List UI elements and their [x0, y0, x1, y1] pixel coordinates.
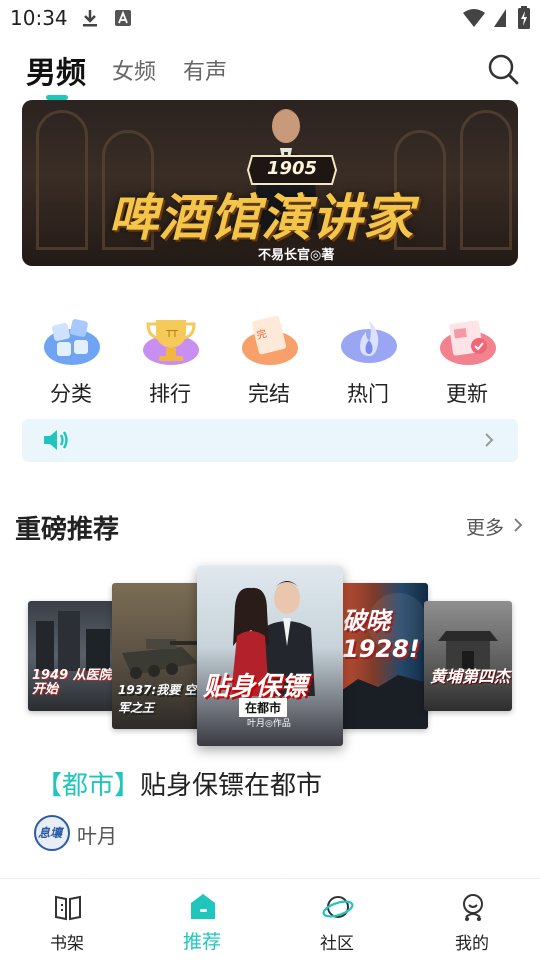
- nav-label: 我的: [455, 934, 489, 954]
- trophy-icon: TT: [143, 320, 199, 365]
- flame-icon: [341, 320, 397, 363]
- book-cover-featured[interactable]: 贴身保镖 在都市 叶月◎作品: [197, 566, 343, 746]
- tab-male[interactable]: 男频: [26, 48, 86, 92]
- category-item-update[interactable]: 更新: [427, 310, 507, 410]
- category-item-ranking[interactable]: TT 排行: [130, 310, 210, 410]
- completed-icon: 完: [242, 315, 298, 365]
- search-icon[interactable]: [486, 52, 520, 86]
- book-cover[interactable]: 1949 从医院开始: [28, 601, 116, 711]
- category-label: 分类: [50, 382, 92, 406]
- category-item-completed[interactable]: 完 完结: [229, 310, 309, 410]
- category-label: 完结: [248, 382, 290, 406]
- book-genre-close: 】: [114, 771, 141, 801]
- top-tabs: 男频 女频 有声: [0, 44, 540, 100]
- banner-arch: [36, 110, 88, 250]
- cover-title: 1937:我要 空军之王: [118, 683, 197, 715]
- nav-label: 社区: [320, 934, 354, 954]
- promo-banner[interactable]: 1905 啤酒馆演讲家 不易长官◎著: [22, 100, 518, 266]
- wifi-icon: [463, 9, 485, 27]
- book-cover[interactable]: 黄埔第四杰: [424, 601, 512, 711]
- tab-female[interactable]: 女频: [112, 54, 156, 86]
- svg-text:TT: TT: [165, 329, 179, 340]
- tab-audio[interactable]: 有声: [183, 54, 227, 86]
- category-item-hot[interactable]: 热门: [328, 310, 408, 410]
- nav-label: 推荐: [182, 931, 221, 953]
- status-time: 10:34: [10, 6, 68, 30]
- nav-label: 书架: [50, 934, 84, 954]
- cover-title: 1949 从医院开始: [32, 668, 112, 697]
- cover-author: 叶月◎作品: [247, 719, 291, 729]
- nav-item-community[interactable]: 社区: [292, 889, 382, 959]
- category-row: 分类 TT 排行 完 完结 热门 更新: [0, 310, 540, 410]
- section-title: 重磅推荐: [15, 515, 120, 545]
- banner-author: 不易长官◎著: [258, 248, 335, 263]
- nav-item-profile[interactable]: 我的: [427, 889, 517, 959]
- book-genre-open: 【: [36, 771, 63, 801]
- font-icon: [115, 10, 131, 26]
- nav-item-recommend[interactable]: 推荐: [157, 889, 247, 959]
- category-item-classify[interactable]: 分类: [31, 310, 111, 410]
- category-icon: [44, 319, 100, 365]
- author-name: 叶月: [77, 824, 117, 848]
- cover-subtitle: 在都市: [239, 698, 288, 717]
- book-genre: 都市: [62, 771, 115, 801]
- battery-charging-icon: [518, 6, 530, 29]
- cover-title: 破晓 1928!: [342, 607, 420, 663]
- cover-title: 黄埔第四杰: [430, 667, 511, 686]
- author-avatar: 息壤: [34, 815, 70, 851]
- category-label: 更新: [446, 382, 488, 406]
- cover-art: [438, 631, 498, 669]
- book-title-row[interactable]: 【都市】贴身保镖在都市: [36, 765, 322, 802]
- audio-notice-bar[interactable]: [22, 419, 518, 462]
- chevron-right-icon: [485, 433, 494, 447]
- category-label: 排行: [149, 382, 191, 406]
- banner-year: 1905: [266, 158, 318, 179]
- chevron-right-icon[interactable]: [512, 517, 524, 533]
- banner-arch: [460, 110, 512, 250]
- book-cover[interactable]: 1937:我要 空军之王: [112, 583, 204, 729]
- book-cover[interactable]: 破晓 1928!: [338, 583, 428, 729]
- signal-icon: [494, 9, 506, 27]
- more-link[interactable]: 更多: [466, 513, 504, 540]
- community-icon: [322, 896, 354, 918]
- speaker-icon: [44, 430, 68, 450]
- download-icon: [83, 10, 97, 27]
- profile-icon: [463, 894, 483, 921]
- bookshelf-icon: [55, 895, 81, 921]
- status-bar: 10:34: [0, 0, 540, 36]
- recommend-icon: [191, 894, 215, 919]
- nav-item-bookshelf[interactable]: 书架: [22, 889, 112, 959]
- author-avatar-text: 息壤: [38, 826, 63, 840]
- book-title: 贴身保镖在都市: [140, 771, 323, 801]
- bottom-nav: 书架 推荐 社区 我的: [0, 878, 540, 960]
- banner-title: 啤酒馆演讲家: [108, 189, 414, 247]
- category-label: 热门: [347, 382, 389, 406]
- update-icon: [440, 320, 496, 365]
